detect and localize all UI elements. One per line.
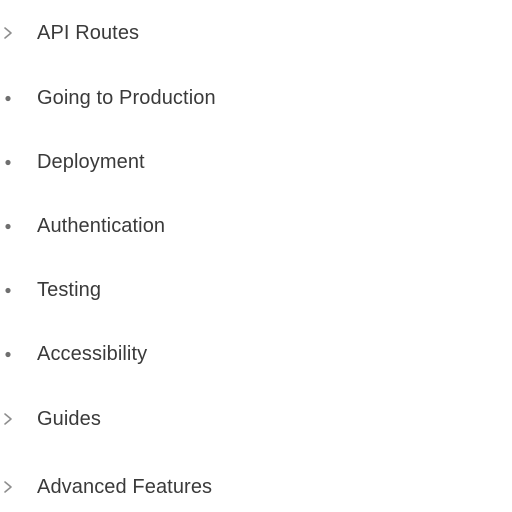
sidebar-item-authentication[interactable]: Authentication bbox=[0, 206, 300, 246]
sidebar-item-api-routes[interactable]: API Routes bbox=[0, 13, 300, 53]
chevron-right-icon[interactable] bbox=[0, 13, 20, 53]
docs-sidebar-nav: API Routes Going to Production Deploymen… bbox=[0, 0, 512, 512]
sidebar-item-label: Advanced Features bbox=[37, 476, 213, 498]
sidebar-item-label: Going to Production bbox=[37, 87, 216, 109]
sidebar-item-deployment[interactable]: Deployment bbox=[0, 142, 300, 182]
sidebar-item-testing[interactable]: Testing bbox=[0, 270, 300, 310]
bullet-icon bbox=[0, 334, 20, 374]
sidebar-item-going-to-production[interactable]: Going to Production bbox=[0, 78, 300, 118]
sidebar-item-advanced-features[interactable]: Advanced Features bbox=[0, 467, 300, 507]
chevron-right-icon[interactable] bbox=[0, 399, 20, 439]
sidebar-item-label: Guides bbox=[37, 408, 101, 430]
bullet-icon bbox=[0, 206, 20, 246]
sidebar-item-guides[interactable]: Guides bbox=[0, 399, 300, 439]
sidebar-item-label: API Routes bbox=[37, 22, 140, 44]
sidebar-item-accessibility[interactable]: Accessibility bbox=[0, 334, 300, 374]
bullet-icon bbox=[0, 142, 20, 182]
sidebar-item-label: Authentication bbox=[37, 215, 166, 237]
sidebar-item-label: Accessibility bbox=[37, 343, 148, 365]
sidebar-item-label: Deployment bbox=[37, 151, 145, 173]
chevron-right-icon[interactable] bbox=[0, 467, 20, 507]
sidebar-item-label: Testing bbox=[37, 279, 102, 301]
bullet-icon bbox=[0, 78, 20, 118]
bullet-icon bbox=[0, 270, 20, 310]
